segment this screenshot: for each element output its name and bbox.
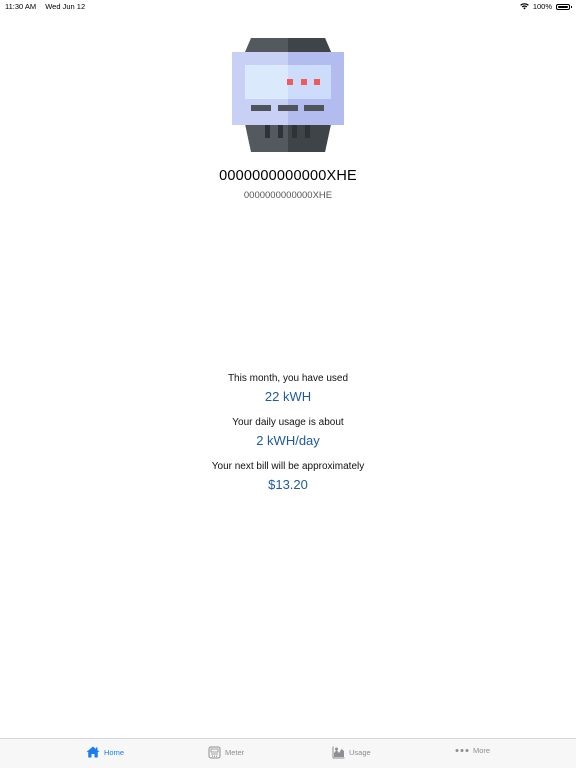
wifi-icon <box>520 3 529 10</box>
battery-percent: 100% <box>532 2 552 11</box>
status-bar: 11:30 AM Wed Jun 12 100% <box>0 0 576 12</box>
tab-label: Meter <box>225 748 245 757</box>
stat-daily-usage: Your daily usage is about 2 kWH/day <box>0 417 576 448</box>
ellipsis-icon <box>455 749 469 752</box>
tab-usage[interactable]: Usage <box>332 746 371 759</box>
tab-label: More <box>473 746 491 755</box>
usage-chart-icon <box>332 746 345 759</box>
stat-value: 2 kWH/day <box>256 433 320 448</box>
tab-label: Home <box>104 747 125 757</box>
meter-icon <box>208 746 221 759</box>
tab-label: Usage <box>349 748 371 757</box>
house-icon <box>86 746 100 758</box>
stat-label: Your daily usage is about <box>232 417 344 428</box>
tab-more[interactable]: More <box>455 746 490 755</box>
stat-next-bill: Your next bill will be approximately $13… <box>0 461 576 492</box>
stat-label: This month, you have used <box>227 373 349 384</box>
tab-meter[interactable]: Meter <box>208 746 244 759</box>
stat-value: $13.20 <box>268 477 308 492</box>
electric-meter-illustration <box>232 38 344 152</box>
status-date: Wed Jun 12 <box>45 2 86 11</box>
stat-label: Your next bill will be approximately <box>211 461 365 472</box>
meter-id-subtitle: 0000000000000XHE <box>243 190 333 201</box>
tab-bar: Home Meter Usage More <box>0 738 576 768</box>
stat-monthly-usage: This month, you have used 22 kWH <box>0 373 576 404</box>
battery-icon <box>556 3 572 10</box>
status-time: 11:30 AM <box>5 2 37 11</box>
stat-value: 22 kWH <box>264 389 312 404</box>
meter-id-title: 0000000000000XHE <box>219 168 357 184</box>
tab-home[interactable]: Home <box>86 746 124 758</box>
